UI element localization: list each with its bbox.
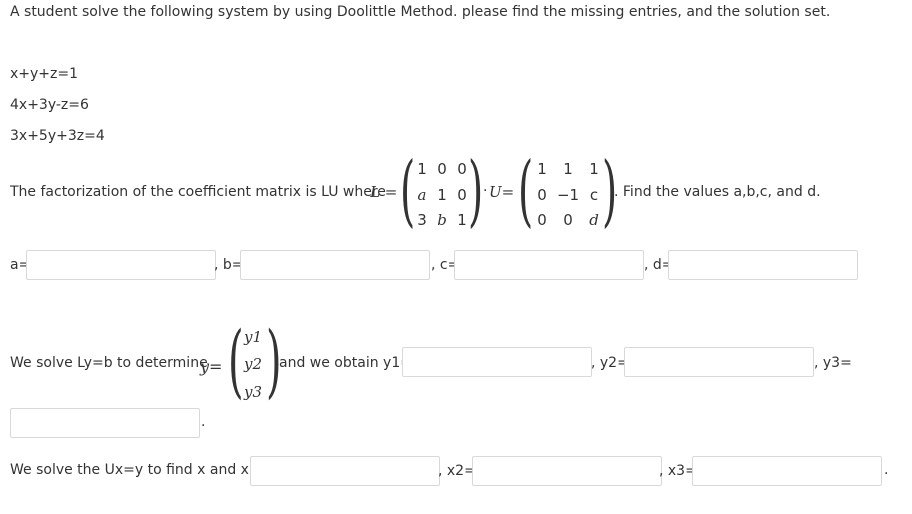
equation-3: 3x+5y+3z=4 xyxy=(10,128,105,144)
y-label: y= xyxy=(200,357,223,376)
y3-input[interactable] xyxy=(10,408,200,438)
d-input[interactable] xyxy=(668,250,858,280)
U-cell: 1 xyxy=(537,160,547,178)
L-cell: 1 xyxy=(437,186,447,204)
obtain-text: and we obtain y1= xyxy=(279,355,412,371)
x3-input[interactable] xyxy=(692,456,882,486)
y1-input[interactable] xyxy=(402,347,592,377)
y3-entry: y3 xyxy=(244,383,263,401)
U-matrix: ( ) 1 1 1 0 −1 c 0 0 d xyxy=(518,152,617,236)
L-cell: 0 xyxy=(457,160,467,178)
find-text: . Find the values a,b,c, and d. xyxy=(614,184,821,200)
ly-text: We solve Ly=b to determine xyxy=(10,355,208,371)
U-cell-c: c xyxy=(589,186,599,204)
c-input[interactable] xyxy=(454,250,644,280)
question-prompt: A student solve the following system by … xyxy=(10,4,831,20)
L-cell: 1 xyxy=(457,211,467,229)
L-label: L = xyxy=(370,183,398,201)
multiply-dot: · xyxy=(483,183,488,199)
x2-label: , x2= xyxy=(438,463,476,479)
U-cell: 0 xyxy=(537,186,547,204)
y2-entry: y2 xyxy=(244,355,263,373)
L-cell-a: a xyxy=(417,186,427,204)
equation-2: 4x+3y-z=6 xyxy=(10,97,89,113)
L-cell: 3 xyxy=(417,211,427,229)
y2-input[interactable] xyxy=(624,347,814,377)
L-cell: 1 xyxy=(417,160,427,178)
U-cell: −1 xyxy=(556,186,580,204)
left-paren: ( xyxy=(228,314,244,407)
b-input[interactable] xyxy=(240,250,430,280)
factorization-text: The factorization of the coefficient mat… xyxy=(10,184,386,200)
x2-input[interactable] xyxy=(472,456,662,486)
U-cell: 1 xyxy=(563,160,573,178)
L-matrix: ( ) 1 0 0 a 1 0 3 b 1 xyxy=(400,152,483,236)
U-cell: 0 xyxy=(563,211,573,229)
U-cell: 0 xyxy=(537,211,547,229)
L-cell: 0 xyxy=(457,186,467,204)
x1-input[interactable] xyxy=(250,456,440,486)
L-cell-b: b xyxy=(437,211,447,229)
y3-label: , y3= xyxy=(814,355,852,371)
period: . xyxy=(201,414,206,430)
ux-text: We solve the Ux=y to find x and x1= xyxy=(10,462,270,478)
U-cell-d: d xyxy=(589,211,599,229)
equation-1: x+y+z=1 xyxy=(10,66,79,82)
U-label: U= xyxy=(489,183,515,201)
a-input[interactable] xyxy=(26,250,216,280)
period: . xyxy=(884,462,889,478)
y-vector: ( ) y1 y2 y3 xyxy=(228,321,282,407)
U-cell: 1 xyxy=(589,160,599,178)
L-cell: 0 xyxy=(437,160,447,178)
y1-entry: y1 xyxy=(244,328,263,346)
